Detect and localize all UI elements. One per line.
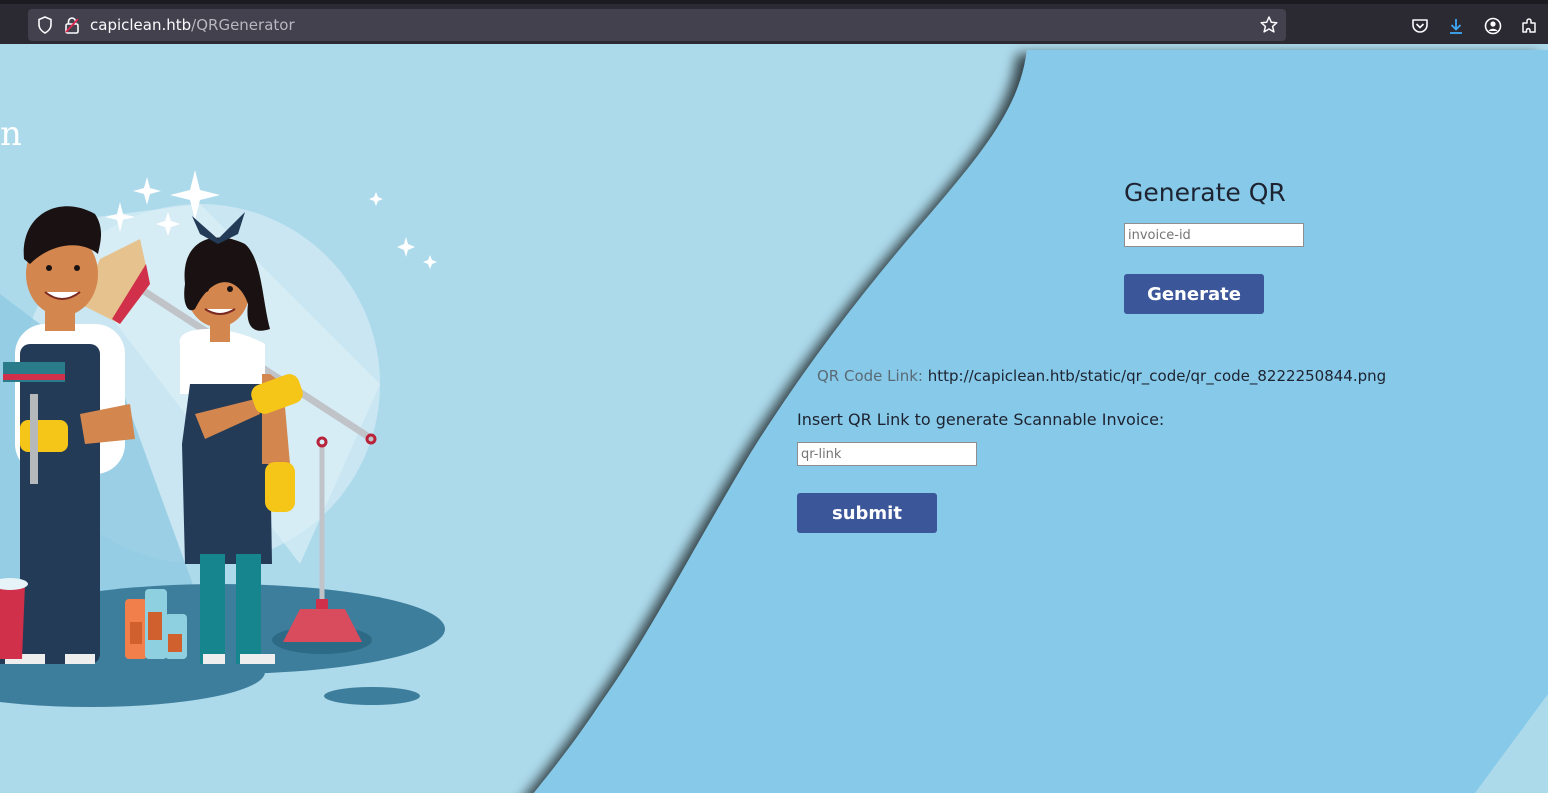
extensions-icon[interactable] xyxy=(1519,16,1539,36)
insert-qr-link-label: Insert QR Link to generate Scannable Inv… xyxy=(797,410,1165,429)
pocket-icon[interactable] xyxy=(1410,16,1430,36)
generate-qr-title: Generate QR xyxy=(1124,178,1286,207)
url-path: /QRGenerator xyxy=(191,16,295,34)
submit-button[interactable]: submit xyxy=(797,493,937,533)
qr-code-link-row: QR Code Link: http://capiclean.htb/stati… xyxy=(817,367,1386,385)
bookmark-star-icon[interactable] xyxy=(1258,14,1280,36)
qr-code-link-label: QR Code Link: xyxy=(817,367,923,385)
lock-warning-icon[interactable] xyxy=(64,16,80,34)
account-icon[interactable] xyxy=(1483,16,1503,36)
brand-logo-text: n xyxy=(0,114,22,154)
url-host: capiclean.htb xyxy=(90,16,192,34)
page-content: n Generate QR Generate QR Code Link: htt… xyxy=(0,44,1548,793)
qr-code-link-value: http://capiclean.htb/static/qr_code/qr_c… xyxy=(927,367,1387,385)
invoice-id-input[interactable] xyxy=(1124,223,1304,247)
generate-button[interactable]: Generate xyxy=(1124,274,1264,314)
download-icon[interactable] xyxy=(1446,16,1466,36)
background-wave xyxy=(0,44,1548,793)
url-bar[interactable]: capiclean.htb/QRGenerator xyxy=(28,9,1286,41)
browser-toolbar: capiclean.htb/QRGenerator xyxy=(0,0,1548,44)
qr-link-input[interactable] xyxy=(797,442,977,466)
shield-icon[interactable] xyxy=(37,16,53,34)
url-text[interactable]: capiclean.htb/QRGenerator xyxy=(90,16,295,34)
